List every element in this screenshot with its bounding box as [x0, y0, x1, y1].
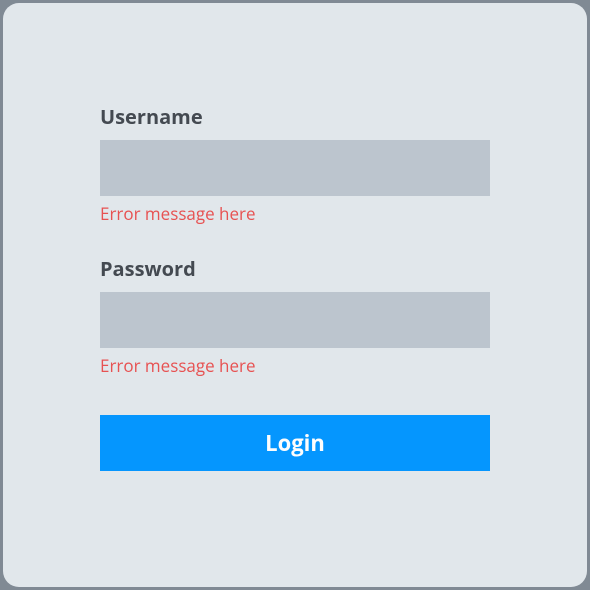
- username-group: Username Error message here: [100, 103, 490, 225]
- password-group: Password Error message here: [100, 255, 490, 377]
- form-actions: Login: [100, 415, 490, 471]
- login-button[interactable]: Login: [100, 415, 490, 471]
- login-panel: Username Error message here Password Err…: [3, 3, 587, 587]
- username-error: Error message here: [100, 202, 490, 225]
- username-input[interactable]: [100, 140, 490, 196]
- username-label: Username: [100, 103, 490, 130]
- password-error: Error message here: [100, 354, 490, 377]
- password-input[interactable]: [100, 292, 490, 348]
- password-label: Password: [100, 255, 490, 282]
